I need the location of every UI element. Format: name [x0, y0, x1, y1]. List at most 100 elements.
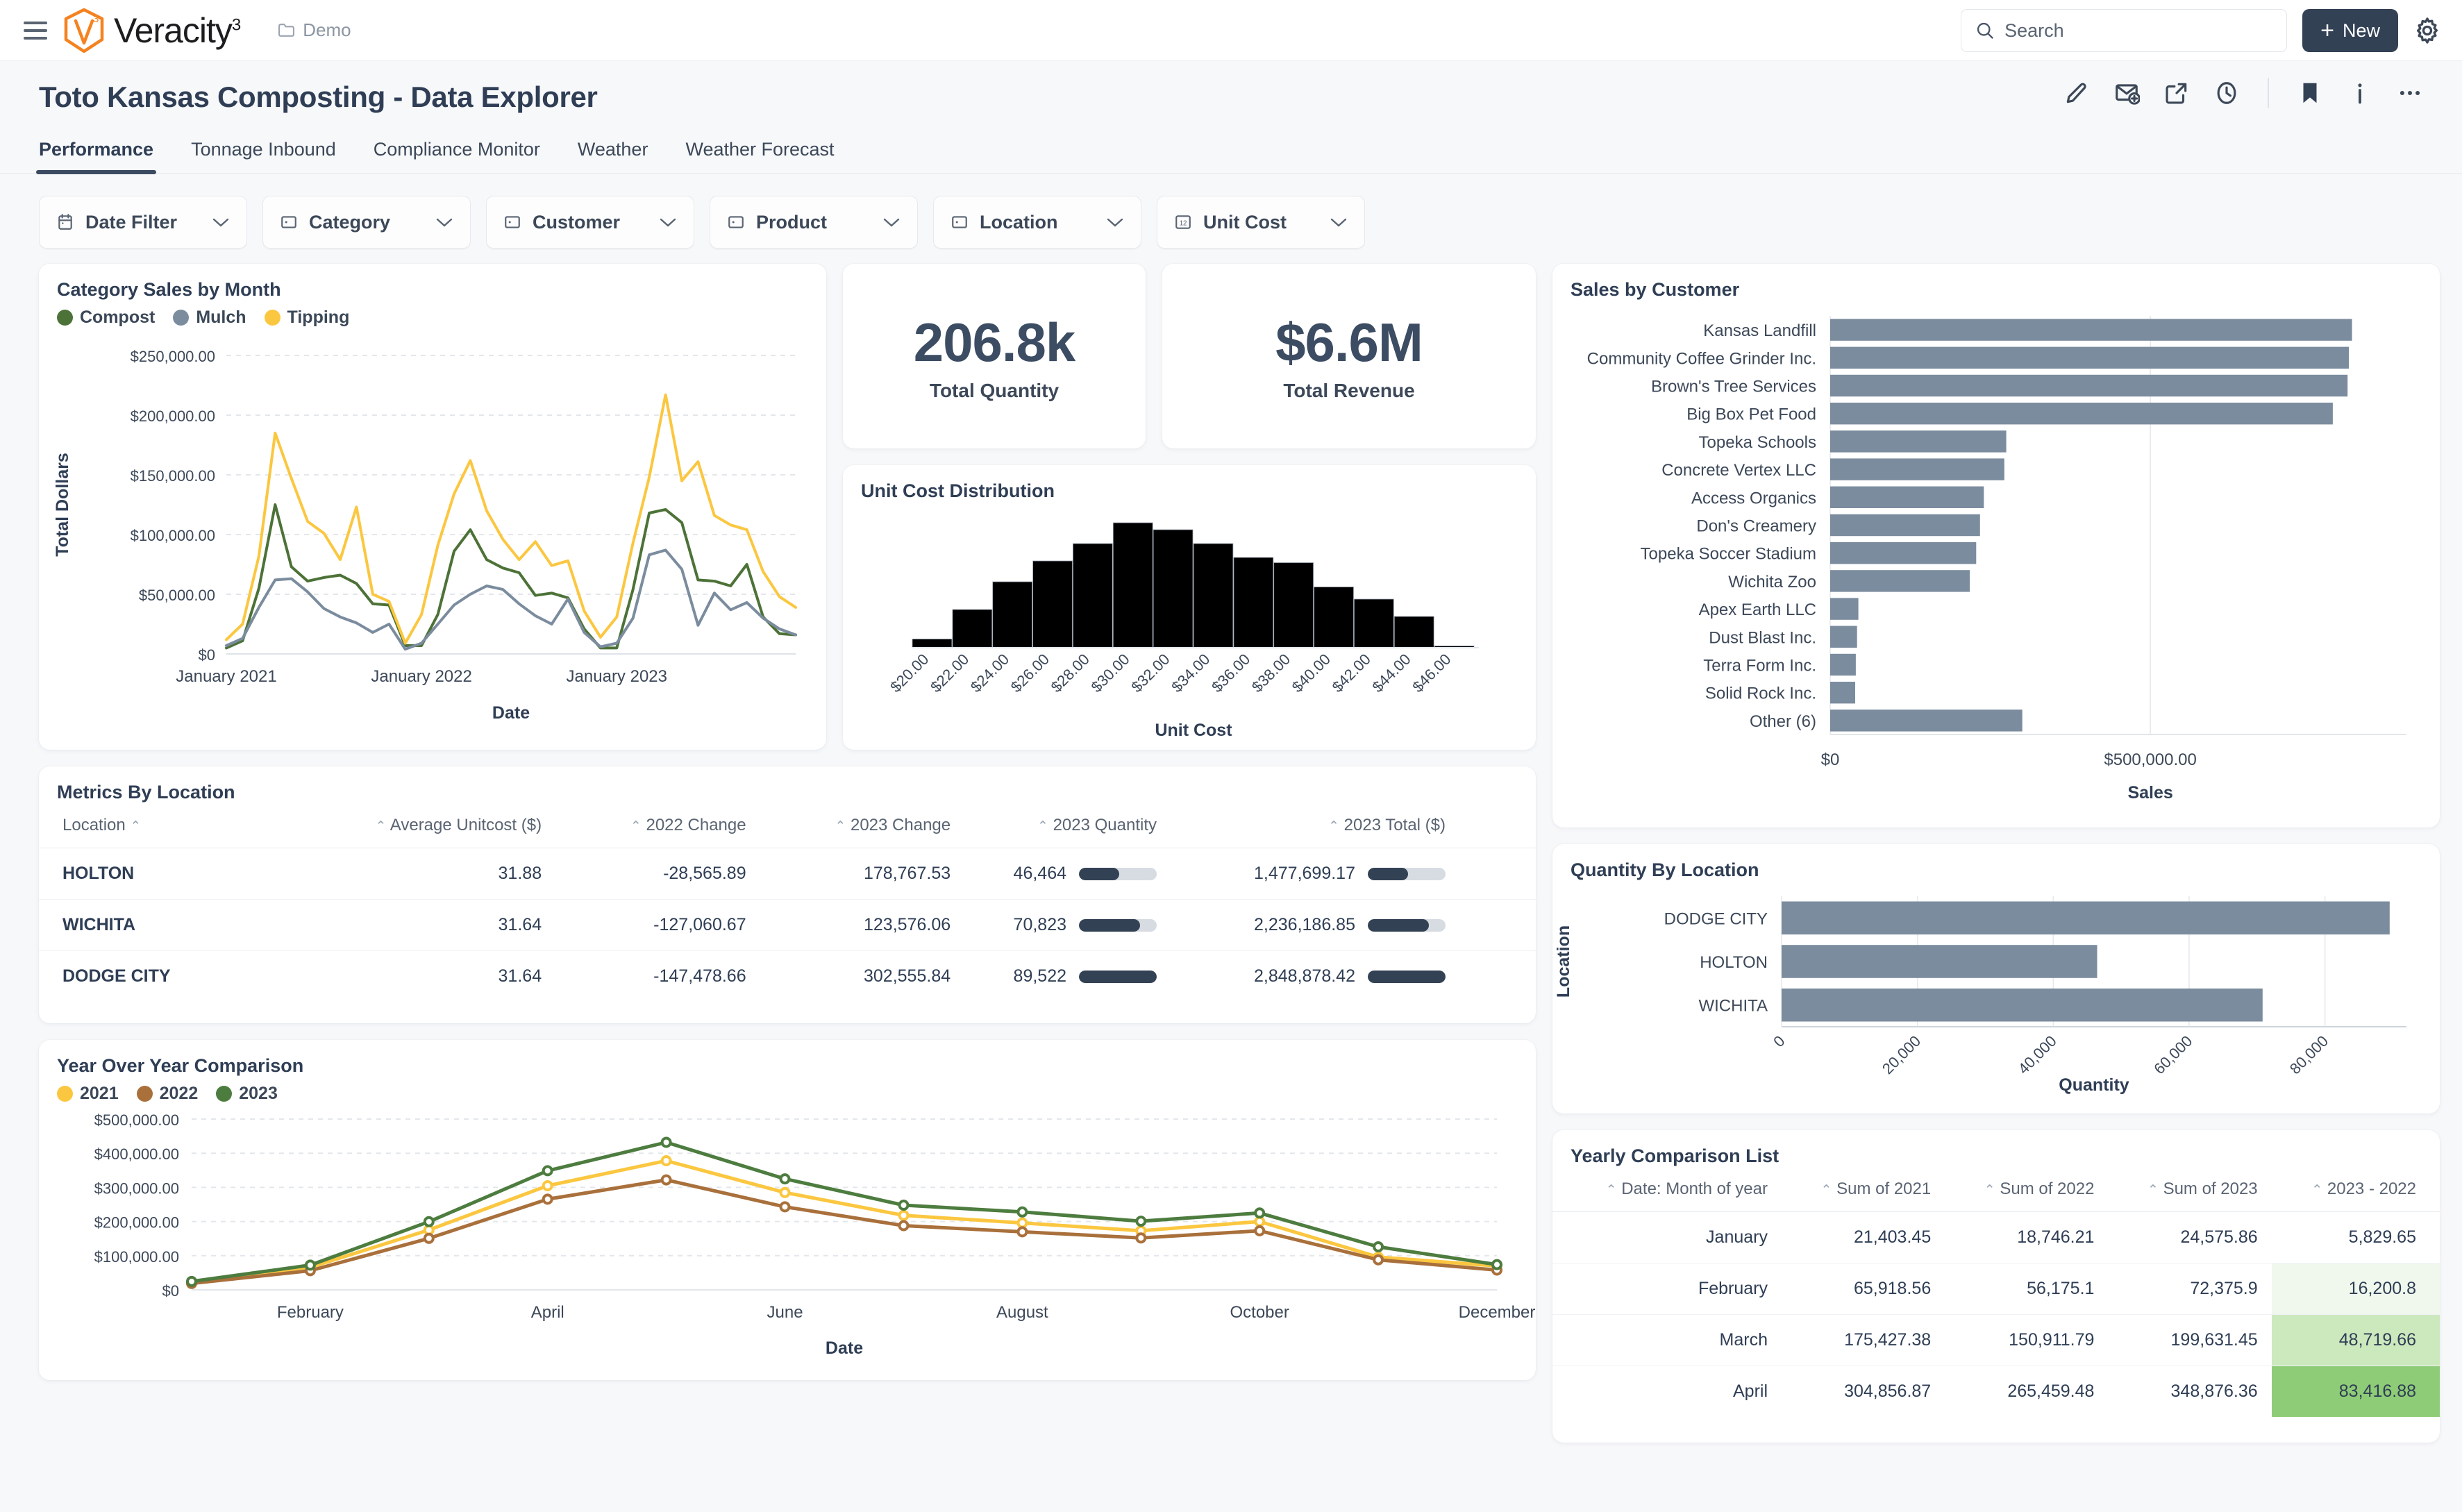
edit-icon[interactable] [2063, 80, 2090, 106]
tab-weather-forecast[interactable]: Weather Forecast [685, 135, 834, 173]
data-point[interactable] [1018, 1227, 1026, 1236]
table-row[interactable]: April304,856.87265,459.48348,876.3683,41… [1552, 1366, 2440, 1418]
legend-item-compost[interactable]: Compost [57, 308, 155, 328]
history-icon[interactable] [2213, 80, 2240, 106]
column-header-average-unitcost[interactable]: ⌃ Average Unitcost ($) [328, 803, 555, 848]
histogram-bar[interactable] [1394, 616, 1434, 648]
data-point[interactable] [900, 1201, 908, 1209]
bar[interactable] [1830, 598, 1859, 619]
new-button[interactable]: + New [2302, 9, 2398, 52]
bar[interactable] [1782, 902, 2390, 935]
tab-tonnage-inbound[interactable]: Tonnage Inbound [191, 135, 336, 173]
bar[interactable] [1830, 542, 1976, 564]
unit-cost-histogram[interactable]: $20.00$22.00$24.00$26.00$28.00$30.00$32.… [843, 502, 1536, 750]
gear-icon[interactable] [2413, 17, 2441, 44]
data-point[interactable] [544, 1195, 552, 1203]
data-point[interactable] [1018, 1208, 1026, 1216]
bar[interactable] [1830, 682, 1855, 703]
subscribe-icon[interactable] [2113, 80, 2140, 106]
histogram-bar[interactable] [1234, 557, 1273, 648]
bar[interactable] [1830, 709, 2023, 731]
data-point[interactable] [1137, 1234, 1145, 1242]
histogram-bar[interactable] [1314, 587, 1354, 648]
filter-category[interactable]: Category [262, 196, 471, 249]
data-point[interactable] [781, 1175, 789, 1183]
data-point[interactable] [306, 1261, 315, 1269]
column-header-sum-2023[interactable]: ⌃ Sum of 2023 [2108, 1167, 2271, 1212]
legend-item-2021[interactable]: 2021 [57, 1084, 119, 1104]
data-point[interactable] [1374, 1256, 1382, 1264]
quantity-by-location-bar-chart[interactable]: 020,00040,00060,00080,000DODGE CITYHOLTO… [1552, 881, 2440, 1114]
column-header-location[interactable]: Location ⌃ [39, 803, 328, 848]
histogram-bar[interactable] [1033, 561, 1073, 648]
category-sales-line-chart[interactable]: $0$50,000.00$100,000.00$150,000.00$200,0… [39, 328, 826, 744]
filter-location[interactable]: Location [933, 196, 1141, 249]
bar[interactable] [1830, 626, 1857, 648]
data-point[interactable] [1137, 1217, 1145, 1225]
legend-item-tipping[interactable]: Tipping [265, 308, 350, 328]
bookmark-icon[interactable] [2297, 80, 2323, 106]
table-row[interactable]: February65,918.5656,175.172,375.916,200.… [1552, 1263, 2440, 1315]
bar[interactable] [1782, 989, 2263, 1022]
data-point[interactable] [425, 1234, 433, 1243]
legend-item-mulch[interactable]: Mulch [173, 308, 246, 328]
bar[interactable] [1830, 487, 1984, 508]
bar[interactable] [1830, 430, 2007, 452]
tab-weather[interactable]: Weather [578, 135, 648, 173]
column-header-2023-change[interactable]: ⌃ 2023 Change [760, 803, 965, 848]
table-row[interactable]: WICHITA31.64-127,060.67123,576.0670,8232… [39, 900, 1536, 951]
table-row[interactable]: March175,427.38150,911.79199,631.4548,71… [1552, 1315, 2440, 1366]
data-point[interactable] [1493, 1261, 1501, 1269]
legend-item-2022[interactable]: 2022 [137, 1084, 199, 1104]
data-point[interactable] [662, 1157, 671, 1165]
info-icon[interactable] [2347, 80, 2373, 106]
column-header-sum-2022[interactable]: ⌃ Sum of 2022 [1945, 1167, 2108, 1212]
data-point[interactable] [1374, 1243, 1382, 1251]
histogram-bar[interactable] [953, 610, 992, 648]
bar[interactable] [1830, 347, 2349, 369]
more-options-icon[interactable] [2397, 80, 2423, 106]
bar[interactable] [1830, 375, 2347, 396]
brand-logo[interactable]: 3 Veracity3 [64, 8, 240, 53]
column-header-2023-quantity[interactable]: ⌃ 2023 Quantity [964, 803, 1240, 848]
bar[interactable] [1782, 945, 2097, 978]
data-point[interactable] [781, 1202, 789, 1211]
data-point[interactable] [187, 1277, 196, 1286]
filter-date-filter[interactable]: Date Filter [39, 196, 247, 249]
histogram-bar[interactable] [1153, 530, 1193, 648]
bar[interactable] [1830, 570, 1970, 591]
data-point[interactable] [1255, 1227, 1264, 1235]
breadcrumb-folder[interactable]: Demo [278, 19, 351, 41]
column-header-2023-total[interactable]: ⌃ 2023 Total ($) [1240, 803, 1536, 848]
legend-item-2023[interactable]: 2023 [216, 1084, 278, 1104]
filter-product[interactable]: Product [710, 196, 918, 249]
bar[interactable] [1830, 654, 1856, 675]
data-point[interactable] [900, 1211, 908, 1220]
data-point[interactable] [544, 1182, 552, 1190]
histogram-bar[interactable] [1073, 544, 1112, 648]
data-point[interactable] [1018, 1219, 1026, 1227]
share-icon[interactable] [2163, 80, 2190, 106]
histogram-bar[interactable] [1113, 523, 1153, 648]
histogram-bar[interactable] [1274, 563, 1314, 648]
year-over-year-line-chart[interactable]: $0$100,000.00$200,000.00$300,000.00$400,… [39, 1104, 1536, 1380]
histogram-bar[interactable] [1194, 544, 1233, 648]
filter-unit-cost[interactable]: 12 Unit Cost [1157, 196, 1365, 249]
histogram-bar[interactable] [912, 639, 952, 648]
data-point[interactable] [1255, 1218, 1264, 1226]
data-point[interactable] [544, 1166, 552, 1175]
column-header-2022-change[interactable]: ⌃ 2022 Change [555, 803, 760, 848]
column-header-sum-2021[interactable]: ⌃ Sum of 2021 [1782, 1167, 1945, 1212]
data-point[interactable] [900, 1222, 908, 1230]
data-point[interactable] [425, 1218, 433, 1226]
data-point[interactable] [1255, 1209, 1264, 1217]
column-header-delta[interactable]: ⌃ 2023 - 2022 [2272, 1167, 2440, 1212]
histogram-bar[interactable] [1354, 599, 1393, 648]
table-row[interactable]: DODGE CITY31.64-147,478.66302,555.8489,5… [39, 951, 1536, 1002]
hamburger-icon[interactable] [24, 22, 47, 40]
table-row[interactable]: January21,403.4518,746.2124,575.865,829.… [1552, 1212, 2440, 1263]
filter-customer[interactable]: Customer [486, 196, 694, 249]
bar[interactable] [1830, 514, 1980, 536]
data-point[interactable] [662, 1176, 671, 1184]
data-point[interactable] [662, 1139, 671, 1147]
